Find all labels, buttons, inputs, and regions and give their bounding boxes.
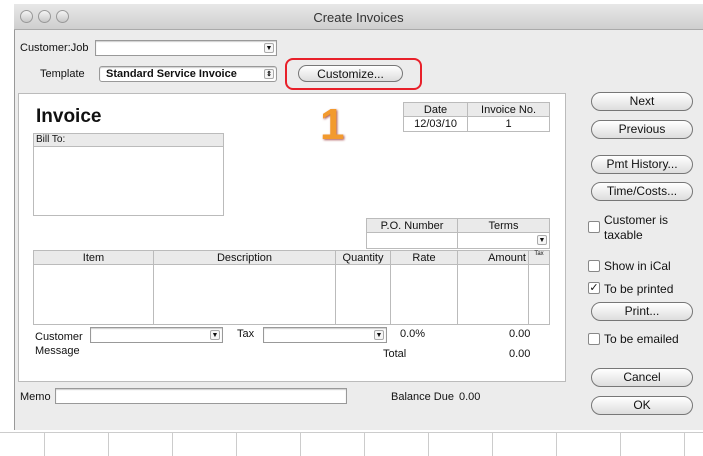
to-be-printed-checkbox[interactable]: ✓ xyxy=(588,282,600,294)
to-be-emailed-checkbox[interactable] xyxy=(588,333,600,345)
customer-taxable-checkbox[interactable] xyxy=(588,221,600,233)
customer-taxable-text-2: taxable xyxy=(604,228,643,242)
to-be-printed-label: To be printed xyxy=(604,282,674,296)
checkmark-icon: ✓ xyxy=(589,282,599,294)
tax-amount: 0.00 xyxy=(509,328,531,340)
tax-select[interactable]: ▼ xyxy=(263,327,387,343)
memo-input[interactable] xyxy=(55,388,347,404)
balance-due-label: Balance Due xyxy=(391,391,454,403)
column-quantity: Quantity xyxy=(335,250,391,265)
customer-message-label: Customer xyxy=(35,331,83,343)
date-invoice-table: Date Invoice No. 12/03/10 1 xyxy=(402,102,550,132)
total-value: 0.00 xyxy=(509,348,531,360)
date-header: Date xyxy=(402,102,469,117)
ok-button[interactable]: OK xyxy=(591,396,693,415)
show-ical-checkbox[interactable] xyxy=(588,260,600,272)
table-row[interactable] xyxy=(33,264,550,325)
background-spreadsheet xyxy=(0,432,703,456)
balance-due-value: 0.00 xyxy=(459,391,481,403)
chevron-down-icon: ▼ xyxy=(210,330,220,340)
customize-button[interactable]: Customize... xyxy=(298,65,403,82)
print-button[interactable]: Print... xyxy=(591,302,693,321)
column-rate: Rate xyxy=(390,250,458,265)
template-label: Template xyxy=(40,68,85,80)
column-item: Item xyxy=(33,250,154,265)
window-title: Create Invoices xyxy=(313,10,404,25)
customer-job-select[interactable]: ▼ xyxy=(95,40,277,56)
column-amount: Amount xyxy=(457,250,529,265)
chevron-down-icon: ▼ xyxy=(374,330,384,340)
tax-label: Tax xyxy=(237,328,255,340)
time-costs-button[interactable]: Time/Costs... xyxy=(591,182,693,201)
invoice-no-header: Invoice No. xyxy=(467,102,550,117)
customer-taxable-text: Customer is xyxy=(604,213,669,227)
po-number-header: P.O. Number xyxy=(366,218,458,233)
customer-taxable-label: Customer is taxable xyxy=(604,213,668,243)
line-items-table: Item Description Quantity Rate Amount Ta… xyxy=(33,250,550,325)
pmt-history-button[interactable]: Pmt History... xyxy=(591,155,693,174)
invoice-heading: Invoice xyxy=(36,106,102,127)
total-label: Total xyxy=(383,348,407,360)
bill-to-label: Bill To: xyxy=(34,134,223,147)
updown-icon: ⇕ xyxy=(264,69,274,79)
po-number-field[interactable] xyxy=(366,232,458,249)
terms-header: Terms xyxy=(457,218,550,233)
next-button[interactable]: Next xyxy=(591,92,693,111)
date-field[interactable]: 12/03/10 xyxy=(402,116,469,132)
customer-message-select[interactable]: ▼ xyxy=(90,327,223,343)
to-be-emailed-label: To be emailed xyxy=(604,332,679,346)
tax-rate: 0.0% xyxy=(400,328,426,340)
customer-job-label: Customer:Job xyxy=(20,42,89,54)
column-tax: Tax xyxy=(528,250,550,265)
chevron-down-icon: ▼ xyxy=(537,235,547,245)
previous-button[interactable]: Previous xyxy=(591,120,693,139)
cancel-button[interactable]: Cancel xyxy=(591,368,693,387)
terms-select[interactable]: ▼ xyxy=(457,232,550,249)
column-description: Description xyxy=(153,250,336,265)
bill-to-box[interactable]: Bill To: xyxy=(33,133,224,216)
title-bar: Create Invoices xyxy=(14,4,703,30)
memo-label: Memo xyxy=(20,391,51,403)
show-ical-label: Show in iCal xyxy=(604,259,671,273)
template-value: Standard Service Invoice xyxy=(106,68,237,80)
chevron-down-icon: ▼ xyxy=(264,43,274,53)
invoice-no-field[interactable]: 1 xyxy=(467,116,550,132)
template-select[interactable]: Standard Service Invoice ⇕ xyxy=(99,66,277,82)
annotation-number: 1 xyxy=(320,100,345,149)
po-terms-table: P.O. Number Terms ▼ xyxy=(366,218,550,249)
customer-message-label-2: Message xyxy=(35,345,80,357)
